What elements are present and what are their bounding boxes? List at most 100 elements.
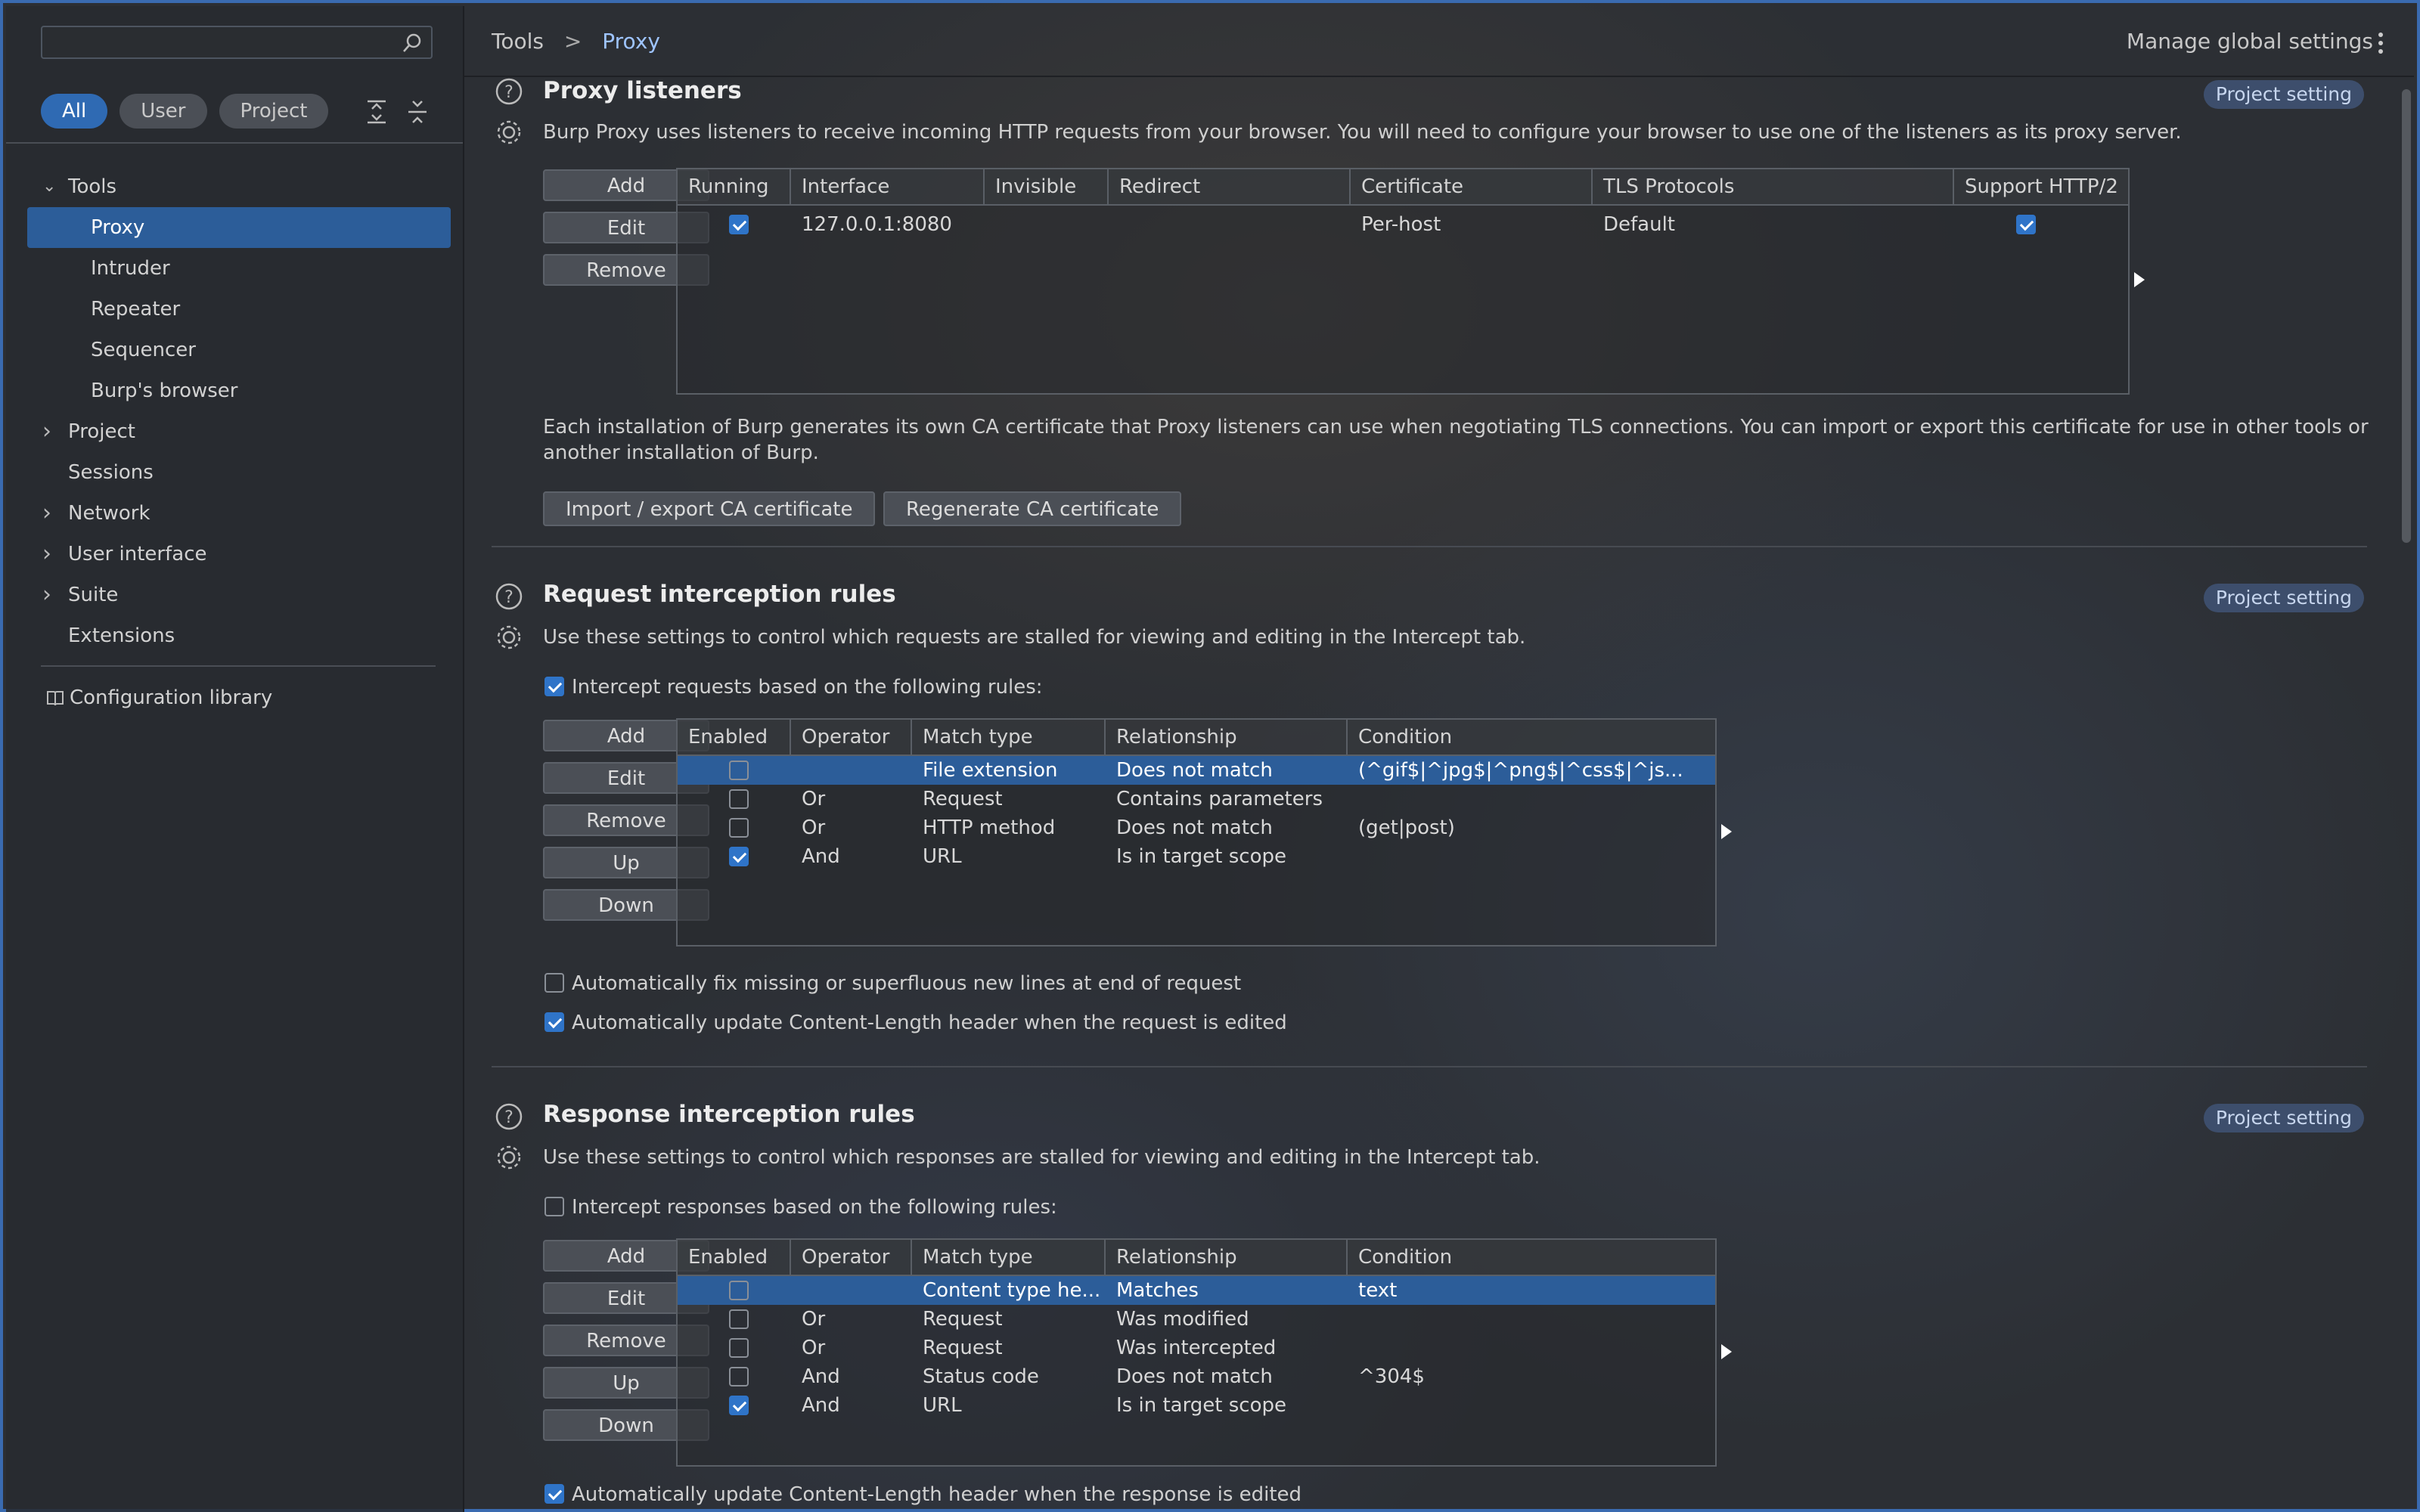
- rule-match: URL: [923, 1394, 962, 1417]
- intercept-responses-option[interactable]: Intercept responses based on the followi…: [544, 1196, 1057, 1219]
- top-bar: Tools > Proxy Manage global settings: [464, 6, 2414, 77]
- listener-interface: 127.0.0.1:8080: [802, 213, 952, 236]
- update-content-length-request-option[interactable]: Automatically update Content-Length head…: [544, 1012, 1287, 1034]
- filter-all-button[interactable]: All: [41, 94, 108, 129]
- sidebar-item[interactable]: Extensions: [27, 615, 451, 656]
- column-header[interactable]: Enabled: [678, 720, 791, 754]
- enabled-checkbox[interactable]: [729, 789, 749, 809]
- help-icon[interactable]: ?: [495, 1102, 523, 1131]
- vertical-scrollbar[interactable]: [2402, 89, 2411, 543]
- column-header[interactable]: Support HTTP/2: [1954, 169, 2128, 204]
- column-header[interactable]: Condition: [1348, 720, 1715, 754]
- breadcrumb-proxy[interactable]: Proxy: [602, 29, 660, 54]
- column-header[interactable]: Relationship: [1106, 720, 1348, 754]
- table-row[interactable]: File extension Does not match (^gif$|^jpg$…: [678, 756, 1715, 785]
- intercept-responses-checkbox[interactable]: [544, 1196, 564, 1216]
- table-row[interactable]: And URL Is in target scope: [678, 1391, 1715, 1420]
- table-row[interactable]: Or Request Contains parameters: [678, 785, 1715, 813]
- column-header[interactable]: TLS Protocols: [1593, 169, 1954, 204]
- update-content-length-response-option[interactable]: Automatically update Content-Length head…: [544, 1483, 1302, 1506]
- column-header[interactable]: Invisible: [985, 169, 1109, 204]
- fix-newlines-option[interactable]: Automatically fix missing or superfluous…: [544, 972, 1241, 995]
- response-rules-title: Response interception rules: [543, 1101, 915, 1128]
- enabled-checkbox[interactable]: [729, 818, 749, 838]
- enabled-checkbox[interactable]: [729, 1309, 749, 1329]
- help-icon[interactable]: ?: [495, 582, 523, 611]
- sidebar-item[interactable]: › Suite: [27, 575, 451, 615]
- enabled-checkbox[interactable]: [729, 1396, 749, 1415]
- manage-global-settings-link[interactable]: Manage global settings: [2127, 29, 2373, 54]
- expand-all-icon[interactable]: [365, 97, 389, 127]
- sidebar-item[interactable]: ⌄ Tools: [27, 166, 451, 207]
- chevron-right-icon[interactable]: ›: [42, 493, 57, 534]
- sidebar-item[interactable]: Sessions: [27, 452, 451, 493]
- enabled-checkbox[interactable]: [729, 847, 749, 866]
- intercept-requests-option[interactable]: Intercept requests based on the followin…: [544, 676, 1043, 699]
- table-row[interactable]: Content type he... Matches text: [678, 1276, 1715, 1305]
- play-arrow-icon[interactable]: [2134, 272, 2145, 287]
- gear-icon[interactable]: [495, 118, 523, 147]
- column-header[interactable]: Match type: [912, 1240, 1106, 1275]
- sidebar-item-label: Tools: [68, 175, 117, 198]
- collapse-all-icon[interactable]: [405, 97, 430, 127]
- table-row[interactable]: Or Request Was intercepted: [678, 1334, 1715, 1362]
- sidebar-item[interactable]: › Project: [27, 411, 451, 452]
- table-row[interactable]: And URL Is in target scope: [678, 842, 1715, 871]
- column-header[interactable]: Enabled: [678, 1240, 791, 1275]
- response-rules-table[interactable]: Enabled Operator Match type Relationship…: [676, 1238, 1717, 1467]
- update-content-length-request-label: Automatically update Content-Length head…: [572, 1012, 1287, 1034]
- search-input[interactable]: [41, 26, 433, 59]
- enabled-checkbox[interactable]: [729, 1367, 749, 1387]
- more-options-icon[interactable]: [2378, 32, 2384, 54]
- gear-icon[interactable]: [495, 623, 523, 652]
- chevron-right-icon[interactable]: ›: [42, 411, 57, 452]
- table-row[interactable]: Or HTTP method Does not match (get|post): [678, 813, 1715, 842]
- listeners-table[interactable]: Running Interface Invisible Redirect Cer…: [676, 168, 2130, 395]
- column-header[interactable]: Certificate: [1351, 169, 1593, 204]
- column-header[interactable]: Match type: [912, 720, 1106, 754]
- fix-newlines-checkbox[interactable]: [544, 972, 564, 993]
- chevron-down-icon[interactable]: ⌄: [42, 166, 57, 207]
- sidebar-item[interactable]: Proxy: [27, 207, 451, 248]
- play-arrow-icon[interactable]: [1721, 824, 1732, 839]
- regenerate-ca-button[interactable]: Regenerate CA certificate: [883, 491, 1182, 526]
- sidebar-item[interactable]: › Network: [27, 493, 451, 534]
- enabled-checkbox[interactable]: [729, 1338, 749, 1358]
- enabled-checkbox[interactable]: [729, 1281, 749, 1300]
- enabled-checkbox[interactable]: [729, 761, 749, 780]
- update-content-length-request-checkbox[interactable]: [544, 1012, 564, 1032]
- filter-project-button[interactable]: Project: [219, 94, 329, 129]
- column-header[interactable]: Running: [678, 169, 791, 204]
- request-rules-table[interactable]: Enabled Operator Match type Relationship…: [676, 718, 1717, 947]
- table-row[interactable]: 127.0.0.1:8080 Per-host Default: [678, 210, 2128, 239]
- help-icon[interactable]: ?: [495, 77, 523, 106]
- column-header[interactable]: Relationship: [1106, 1240, 1348, 1275]
- play-arrow-icon[interactable]: [1721, 1344, 1732, 1359]
- update-content-length-response-checkbox[interactable]: [544, 1483, 564, 1504]
- sidebar-item[interactable]: › User interface: [27, 534, 451, 575]
- chevron-right-icon[interactable]: ›: [42, 534, 57, 575]
- intercept-requests-checkbox[interactable]: [544, 676, 564, 696]
- column-header[interactable]: Operator: [791, 720, 912, 754]
- column-header[interactable]: Condition: [1348, 1240, 1715, 1275]
- sidebar-item[interactable]: Burp's browser: [27, 370, 451, 411]
- request-rules-description: Use these settings to control which requ…: [543, 626, 1526, 649]
- http2-checkbox[interactable]: [2016, 215, 2036, 234]
- chevron-right-icon[interactable]: ›: [42, 575, 57, 615]
- column-header[interactable]: Operator: [791, 1240, 912, 1275]
- gear-icon[interactable]: [495, 1143, 523, 1172]
- column-header[interactable]: Interface: [791, 169, 985, 204]
- import-export-ca-button[interactable]: Import / export CA certificate: [543, 491, 876, 526]
- book-icon: [47, 690, 64, 705]
- running-checkbox[interactable]: [729, 215, 749, 234]
- sidebar-item[interactable]: Sequencer: [27, 330, 451, 370]
- sidebar-item[interactable]: Intruder: [27, 248, 451, 289]
- sidebar-item[interactable]: Repeater: [27, 289, 451, 330]
- column-header[interactable]: Redirect: [1109, 169, 1351, 204]
- table-row[interactable]: And Status code Does not match ^304$: [678, 1362, 1715, 1391]
- breadcrumb-tools[interactable]: Tools: [492, 29, 544, 54]
- configuration-library-link[interactable]: Configuration library: [45, 686, 272, 709]
- table-row[interactable]: Or Request Was modified: [678, 1305, 1715, 1334]
- rule-cond: (get|post): [1358, 816, 1455, 839]
- filter-user-button[interactable]: User: [119, 94, 207, 129]
